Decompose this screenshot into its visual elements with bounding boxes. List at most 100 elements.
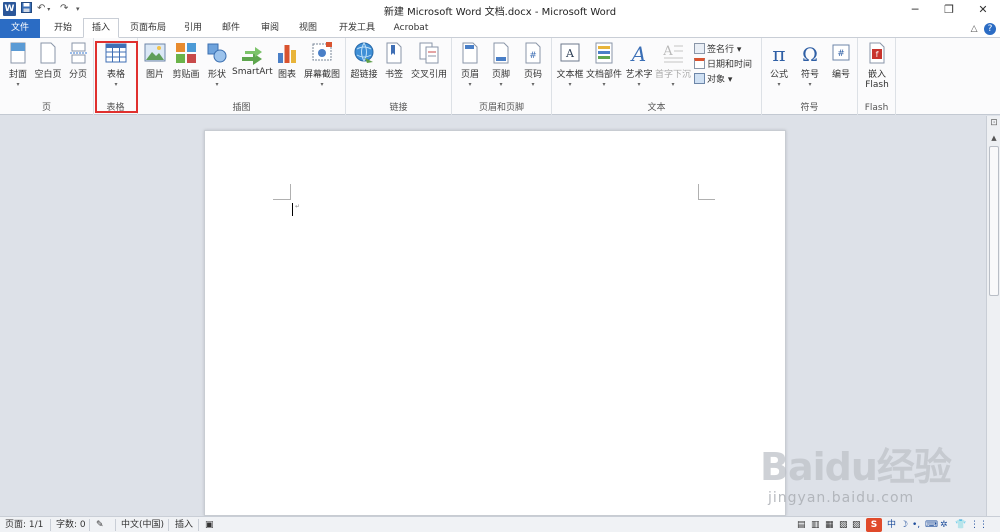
group-label-illustrations: 插图 — [232, 103, 251, 113]
web-layout-view-icon[interactable]: ▦ — [825, 518, 834, 532]
ruler-toggle-icon[interactable]: ⊡ — [988, 118, 1000, 130]
scrollbar-thumb[interactable] — [989, 146, 999, 296]
outline-view-icon[interactable]: ▧ — [839, 518, 848, 532]
full-screen-view-icon[interactable]: ▥ — [811, 518, 820, 532]
cover-page-button[interactable]: 封面 ▾ — [4, 41, 32, 88]
number-button[interactable]: # 编号 — [826, 41, 856, 80]
table-highlight-box — [95, 41, 138, 113]
svg-text:f: f — [876, 50, 879, 59]
svg-text:A: A — [565, 47, 575, 60]
cover-page-icon — [10, 42, 26, 64]
group-label-header-footer: 页眉和页脚 — [478, 103, 524, 113]
proofing-icon[interactable]: ✎ — [96, 518, 104, 532]
drop-cap-button[interactable]: A 首字下沉 ▾ — [655, 41, 691, 88]
svg-text:#: # — [529, 51, 537, 61]
svg-text:A: A — [630, 42, 646, 65]
clipart-button[interactable]: 剪贴画 — [170, 41, 202, 80]
object-icon — [694, 73, 705, 84]
group-label-text: 文本 — [647, 103, 666, 113]
page-number-button[interactable]: # 页码 ▾ — [518, 41, 548, 88]
tab-acrobat[interactable]: Acrobat — [388, 19, 434, 38]
draft-view-icon[interactable]: ▨ — [852, 518, 861, 532]
ime-tools-icon[interactable]: ⋮⋮ — [970, 518, 988, 532]
shapes-icon — [207, 43, 227, 63]
macro-record-icon[interactable]: ▣ — [205, 518, 214, 532]
scroll-up-icon[interactable]: ▲ — [989, 134, 999, 144]
ime-chinese-icon[interactable]: 中 — [887, 518, 896, 532]
tab-file[interactable]: 文件 — [0, 19, 40, 38]
chart-icon — [278, 45, 296, 63]
embed-flash-button[interactable]: f 嵌入 Flash — [861, 41, 893, 90]
object-button[interactable]: 对象 ▾ — [694, 72, 732, 85]
textbox-icon: A — [560, 43, 580, 62]
wordart-button[interactable]: A 艺术字 ▾ — [623, 41, 655, 88]
group-symbols: π 公式 ▾ Ω 符号 ▾ # 编号 符号 — [762, 38, 858, 115]
blank-page-button[interactable]: 空白页 — [34, 41, 62, 80]
print-layout-view-icon[interactable]: ▤ — [797, 518, 806, 532]
tab-developer[interactable]: 开发工具 — [331, 19, 383, 38]
ime-skin-icon[interactable]: 👕 — [955, 518, 966, 532]
tab-insert[interactable]: 插入 — [83, 18, 119, 38]
paragraph-mark: ↵ — [295, 203, 301, 210]
ime-punctuation-icon[interactable]: •, — [912, 518, 920, 532]
bookmark-icon — [386, 42, 402, 64]
quick-parts-icon — [595, 42, 613, 64]
hyperlink-button[interactable]: 超链接 — [348, 41, 380, 80]
page-break-button[interactable]: 分页 — [64, 41, 92, 80]
group-header-footer: 页眉 ▾ 页脚 ▾ # 页码 ▾ 页眉和页脚 — [452, 38, 552, 115]
header-icon — [462, 42, 478, 64]
window-title: 新建 Microsoft Word 文档.docx - Microsoft Wo… — [383, 7, 617, 18]
quick-parts-button[interactable]: 文档部件 ▾ — [586, 41, 622, 88]
page-count[interactable]: 页面: 1/1 — [5, 518, 43, 532]
blank-page-icon — [40, 42, 56, 64]
ime-settings-icon[interactable]: ✲ — [940, 518, 948, 532]
equation-button[interactable]: π 公式 ▾ — [764, 41, 794, 88]
status-bar: 页面: 1/1 字数: 0 ✎ 中文(中国) 插入 ▣ ▤ ▥ ▦ ▧ ▨ S … — [0, 516, 1000, 532]
drop-cap-icon: A — [662, 44, 683, 63]
restore-button[interactable]: ❐ — [932, 0, 966, 19]
help-icon[interactable]: ? — [984, 23, 996, 35]
group-label-pages: 页 — [41, 103, 51, 113]
symbol-button[interactable]: Ω 符号 ▾ — [795, 41, 825, 88]
tab-page-layout[interactable]: 页面布局 — [124, 19, 172, 38]
shapes-button[interactable]: 形状 ▾ — [203, 41, 231, 88]
date-time-button[interactable]: 日期和时间 — [694, 57, 752, 70]
screenshot-icon — [312, 42, 332, 61]
textbox-button[interactable]: A 文本框 ▾ — [554, 41, 586, 88]
svg-text:A: A — [662, 44, 673, 59]
tab-mailings[interactable]: 邮件 — [215, 19, 247, 38]
close-button[interactable]: ✕ — [966, 0, 1000, 19]
omega-icon: Ω — [802, 44, 818, 65]
tab-references[interactable]: 引用 — [178, 19, 208, 38]
word-count[interactable]: 字数: 0 — [56, 518, 86, 532]
smartart-button[interactable]: SmartArt — [232, 41, 273, 77]
clipart-icon — [176, 43, 196, 63]
watermark-main-text: Baidu经验 — [760, 445, 952, 489]
group-illustrations: 图片 剪贴画 形状 ▾ SmartArt 图表 屏幕截图 ▾ 插图 — [138, 38, 346, 115]
group-flash: f 嵌入 Flash Flash — [858, 38, 896, 115]
tab-view[interactable]: 视图 — [292, 19, 324, 38]
bookmark-button[interactable]: 书签 — [381, 41, 407, 80]
ime-moon-icon[interactable]: ☽ — [900, 518, 908, 532]
group-label-flash: Flash — [864, 103, 889, 113]
help-area: △ ? — [971, 21, 996, 35]
header-button[interactable]: 页眉 ▾ — [456, 41, 484, 88]
language-indicator[interactable]: 中文(中国) — [121, 518, 164, 532]
ribbon-collapse-icon[interactable]: △ — [971, 24, 978, 34]
ribbon: 封面 ▾ 空白页 分页 页 表格 ▾ 表格 图片 剪贴画 形状 ▾ SmartA… — [0, 38, 1000, 115]
screenshot-button[interactable]: 屏幕截图 ▾ — [302, 41, 342, 88]
chart-button[interactable]: 图表 — [274, 41, 300, 80]
insert-mode-indicator[interactable]: 插入 — [175, 518, 193, 532]
baidu-watermark: Baidu经验 jingyan.baidu.com — [760, 424, 990, 514]
minimize-button[interactable]: ─ — [898, 0, 932, 19]
signature-line-button[interactable]: 签名行 ▾ — [694, 42, 741, 55]
footer-button[interactable]: 页脚 ▾ — [487, 41, 515, 88]
tab-review[interactable]: 审阅 — [254, 19, 286, 38]
tab-home[interactable]: 开始 — [46, 19, 80, 38]
cross-reference-button[interactable]: 交叉引用 — [408, 41, 450, 80]
picture-button[interactable]: 图片 — [141, 41, 169, 80]
sogou-ime-icon[interactable]: S — [866, 518, 882, 532]
ime-keyboard-icon[interactable]: ⌨ — [925, 518, 938, 532]
cross-reference-icon — [419, 42, 439, 64]
signature-icon — [694, 43, 705, 54]
